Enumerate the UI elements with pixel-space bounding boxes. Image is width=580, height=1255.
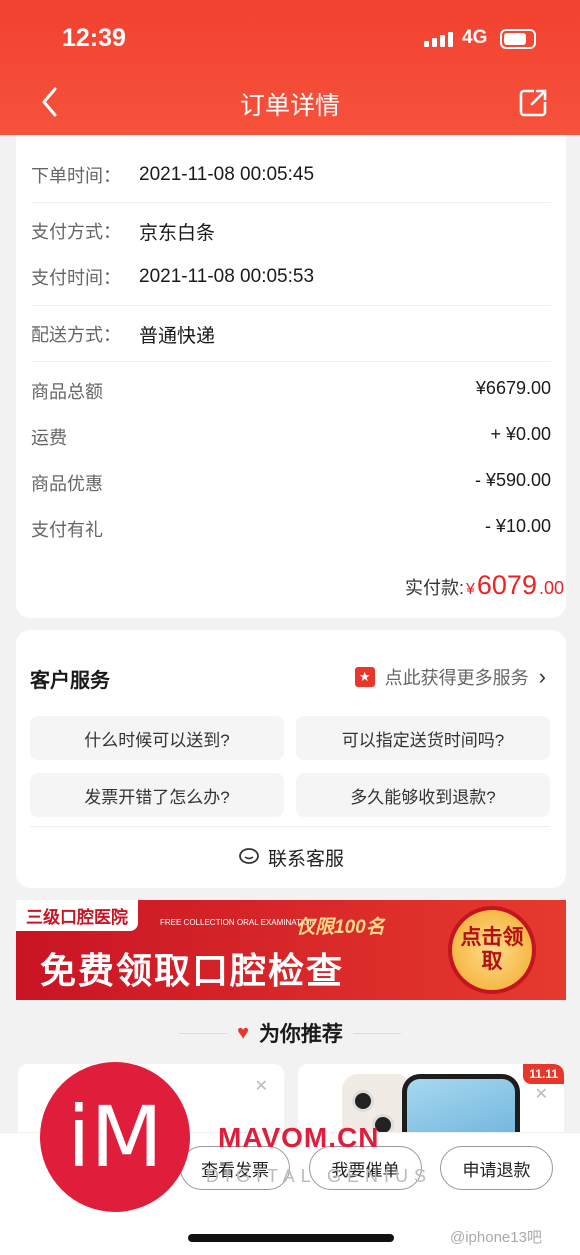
divider	[31, 202, 551, 203]
close-icon[interactable]: ✕	[535, 1084, 548, 1104]
contact-label: 联系客服	[267, 848, 344, 870]
order-row-paytime: 支付时间： 2021-11-08 00:05:53	[31, 262, 551, 292]
amount-row-discount: 商品优惠 - ¥590.00	[31, 466, 551, 496]
amount-value: + ¥0.00	[490, 424, 551, 444]
divider	[31, 361, 551, 362]
share-icon[interactable]	[518, 88, 548, 118]
divider	[352, 1032, 401, 1034]
paid-currency: ¥	[465, 581, 475, 598]
star-badge-icon: ★	[354, 667, 375, 687]
row-value: 京东白条	[139, 222, 216, 244]
banner-tag: 三级口腔医院	[16, 900, 138, 931]
row-value: 普通快递	[139, 325, 216, 347]
promo-banner[interactable]: 三级口腔医院 FREE COLLECTION ORAL EXAMINATION …	[16, 900, 566, 1000]
amount-row-shipping: 运费 + ¥0.00	[31, 420, 551, 450]
order-row-delivery: 配送方式： 普通快递	[31, 319, 551, 349]
amount-value: - ¥590.00	[474, 470, 551, 490]
watermark-subtitle: DIGITAL GENIUS	[206, 1166, 433, 1186]
more-services-label: 点此获得更多服务	[384, 668, 529, 688]
request-refund-button[interactable]: 申请退款	[440, 1146, 553, 1190]
status-bar: 12:39 4G	[0, 20, 580, 60]
faq-button[interactable]: 多久能够收到退款?	[296, 773, 550, 817]
amount-label: 运费	[31, 428, 67, 448]
order-row-created: 下单时间： 2021-11-08 00:05:45	[31, 160, 551, 190]
faq-button[interactable]: 发票开错了怎么办?	[30, 773, 284, 817]
network-type: 4G	[462, 27, 488, 48]
amount-value: - ¥10.00	[484, 516, 551, 536]
paid-amount: 6079	[476, 570, 537, 600]
amount-label: 商品优惠	[31, 474, 103, 494]
page-title: 订单详情	[239, 92, 340, 120]
recommend-title: 为你推荐	[258, 1023, 343, 1046]
service-title: 客户服务	[30, 670, 110, 692]
nav-bar: 订单详情	[0, 80, 580, 124]
banner-cta-button[interactable]: 点击领取	[448, 906, 536, 994]
paid-label: 实付款:	[404, 578, 464, 598]
row-label: 下单时间：	[31, 166, 121, 186]
amount-label: 支付有礼	[31, 520, 103, 540]
row-label: 支付方式：	[31, 222, 121, 242]
chevron-right-icon: ›	[538, 664, 546, 689]
paid-total: 实付款: ¥ 6079 .00	[405, 570, 564, 601]
sale-badge: 11.11	[523, 1064, 564, 1084]
heart-icon: ♥	[237, 1021, 249, 1044]
amount-row-total: 商品总额 ¥6679.00	[31, 374, 551, 404]
row-label: 支付时间：	[31, 268, 121, 288]
divider	[30, 826, 550, 827]
more-services-link[interactable]: ★ 点此获得更多服务 ›	[354, 664, 546, 690]
banner-limit: 仅限100名	[296, 917, 385, 938]
status-time: 12:39	[62, 24, 126, 52]
recommend-header: ♥ 为你推荐	[0, 1018, 580, 1048]
amount-value: ¥6679.00	[475, 378, 551, 398]
chat-bubble-icon	[239, 848, 259, 864]
watermark-handle: @iphone13吧	[450, 1229, 542, 1246]
header: 12:39 4G 订单详情	[0, 0, 580, 135]
order-info-card: 下单时间： 2021-11-08 00:05:45 支付方式： 京东白条 支付时…	[16, 110, 566, 618]
banner-headline: 免费领取口腔检查	[40, 950, 345, 991]
contact-service-button[interactable]: 联系客服	[16, 842, 566, 872]
paid-decimal: .00	[538, 578, 564, 598]
amount-label: 商品总额	[31, 382, 103, 402]
faq-button[interactable]: 可以指定送货时间吗?	[296, 716, 550, 760]
faq-button[interactable]: 什么时候可以送到?	[30, 716, 284, 760]
battery-icon	[500, 29, 536, 49]
banner-small-text: FREE COLLECTION ORAL EXAMINATION	[160, 918, 316, 927]
row-label: 配送方式：	[31, 325, 121, 345]
order-row-paymethod: 支付方式： 京东白条	[31, 216, 551, 246]
home-indicator	[188, 1234, 394, 1242]
divider	[31, 305, 551, 306]
row-value: 2021-11-08 00:05:45	[139, 164, 315, 185]
close-icon[interactable]: ✕	[255, 1076, 268, 1096]
signal-icon	[424, 32, 453, 47]
watermark-logo: iM	[40, 1062, 190, 1212]
watermark-site: MAVOM.CN	[218, 1122, 380, 1153]
row-value: 2021-11-08 00:05:53	[139, 266, 315, 287]
divider	[179, 1032, 228, 1034]
amount-row-gift: 支付有礼 - ¥10.00	[31, 512, 551, 542]
